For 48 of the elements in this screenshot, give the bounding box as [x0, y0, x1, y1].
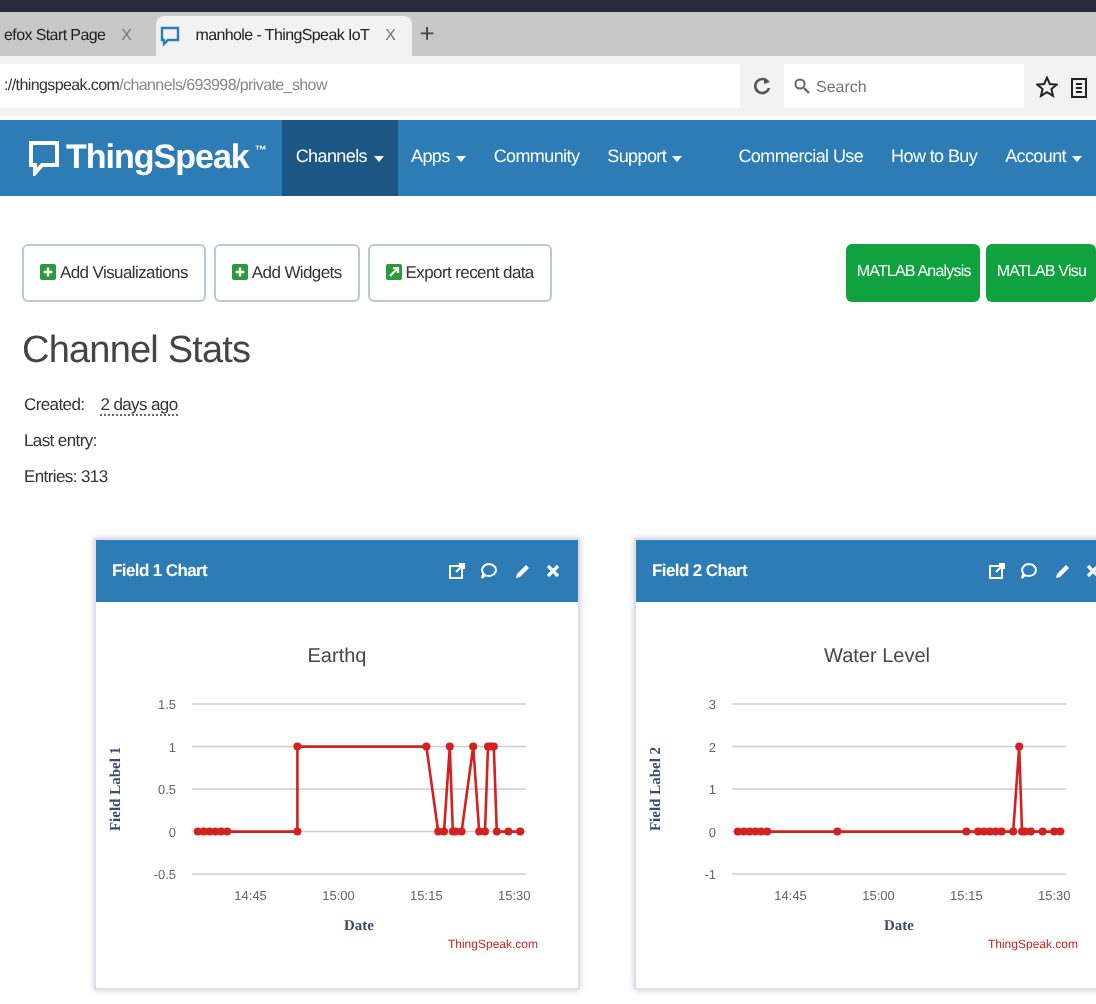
- toolbar-button[interactable]: Export recent data: [367, 244, 552, 302]
- close-icon[interactable]: [1084, 562, 1096, 581]
- address-bar[interactable]: ://thingspeak.com/channels/693998/private_show: [0, 64, 740, 108]
- nav-link[interactable]: Community: [479, 120, 594, 196]
- search-field[interactable]: Search: [784, 64, 1024, 108]
- stat-label: Created:: [24, 394, 85, 415]
- nav-link[interactable]: Channels: [281, 120, 397, 196]
- export-icon: [385, 264, 402, 281]
- reload-icon: [752, 76, 772, 96]
- clipboard-icon: [1070, 75, 1088, 97]
- tab-title: manhole - ThingSpeak IoT: [195, 24, 370, 48]
- nav-link[interactable]: Commercial Use: [724, 120, 878, 196]
- plus-icon: [40, 264, 56, 281]
- speech-bubble-icon: [159, 26, 180, 46]
- pencil-icon[interactable]: [1052, 562, 1070, 581]
- chart-title: Earthq: [307, 646, 367, 669]
- stat-label: Entries: 313: [24, 466, 108, 487]
- external-link-icon[interactable]: [988, 562, 1006, 581]
- close-icon[interactable]: [544, 562, 562, 581]
- tab-title: efox Start Page: [4, 24, 106, 48]
- star-icon: [1036, 75, 1058, 97]
- toolbar-button[interactable]: Add Visualizations: [22, 244, 206, 302]
- new-tab-button[interactable]: +: [419, 13, 435, 52]
- nav-link[interactable]: Support: [593, 120, 697, 196]
- nav-link[interactable]: Account: [991, 120, 1096, 196]
- browser-tab[interactable]: manhole - ThingSpeak IoT X: [155, 16, 412, 56]
- speech-bubble-icon[interactable]: [1020, 562, 1038, 581]
- stat-value: 2 days ago: [100, 394, 178, 417]
- plus-icon: [231, 264, 248, 281]
- close-tab-button[interactable]: X: [121, 24, 132, 48]
- speech-bubble-icon[interactable]: [480, 562, 498, 581]
- matlab-button[interactable]: MATLAB Analysis: [846, 244, 981, 302]
- card-title: Field 1 Chart: [112, 558, 208, 585]
- nav-link[interactable]: How to Buy: [877, 120, 992, 196]
- close-tab-button[interactable]: X: [385, 24, 396, 48]
- card-title: Field 2 Chart: [652, 558, 748, 585]
- toolbar-button[interactable]: Add Widgets: [213, 244, 360, 302]
- pencil-icon[interactable]: [512, 562, 530, 581]
- brand-logo[interactable]: ThingSpeak $^{™}$: [28, 120, 266, 196]
- speech-bubble-icon: [28, 140, 60, 176]
- search-icon: [794, 78, 810, 94]
- section-heading: Channel Stats: [22, 327, 253, 376]
- external-link-icon[interactable]: [448, 562, 466, 581]
- stat-label: Last entry:: [24, 430, 97, 451]
- chart-title: Water Level: [824, 646, 930, 669]
- nav-link[interactable]: Apps: [397, 120, 480, 196]
- matlab-button[interactable]: MATLAB Visu: [986, 244, 1096, 302]
- browser-tab[interactable]: efox Start Page X: [0, 16, 148, 56]
